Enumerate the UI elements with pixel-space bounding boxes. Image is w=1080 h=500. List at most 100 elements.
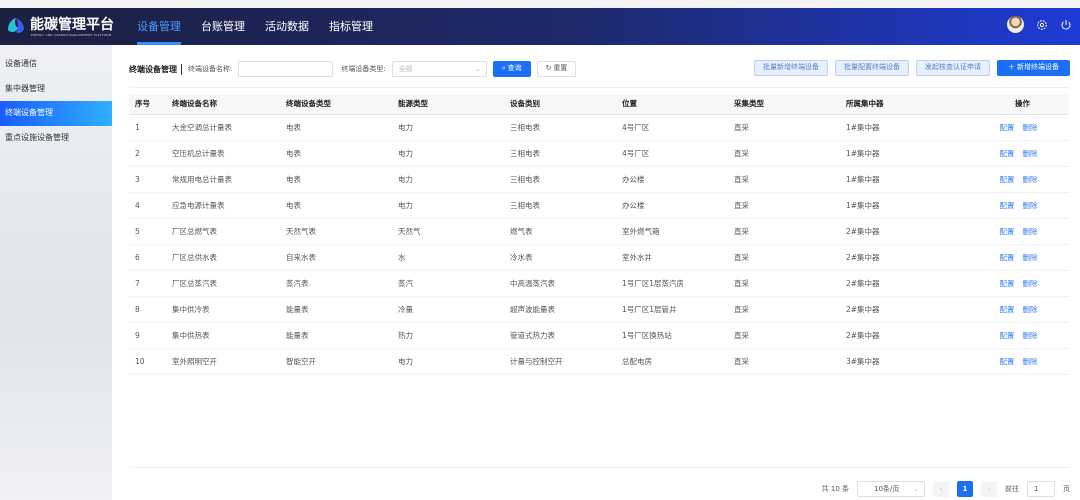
page-1-button[interactable]: 1 (957, 481, 973, 497)
brand-title: 能碳管理平台 (30, 17, 114, 33)
nav-activity-data[interactable]: 活动数据 (265, 8, 309, 45)
power-icon[interactable] (1060, 19, 1072, 31)
configure-link[interactable]: 配置 (1000, 331, 1015, 340)
page-size-select[interactable]: 10条/页 ⌄ (857, 481, 925, 497)
delete-link[interactable]: 删除 (1023, 279, 1038, 288)
configure-link[interactable]: 配置 (1000, 227, 1015, 236)
gear-icon[interactable] (1036, 19, 1048, 31)
user-avatar[interactable] (1007, 16, 1024, 33)
verify-request-button[interactable]: 发起核查认证申请 (916, 60, 991, 76)
table-cell: 集中供冷表 (172, 296, 286, 323)
top-nav: 设备管理 台账管理 活动数据 指标管理 (137, 8, 373, 45)
query-label: 查询 (507, 65, 522, 72)
delete-link[interactable]: 删除 (1023, 305, 1038, 314)
table-row: 4 应急电源计量表 电表 电力 三相电表 办公楼 直采 1#集中器 配置 删除 (129, 192, 1069, 219)
table-cell: 智能空开 (286, 348, 398, 375)
configure-link[interactable]: 配置 (1000, 175, 1015, 184)
delete-link[interactable]: 删除 (1023, 201, 1038, 210)
page-size-value: 10条/页 (874, 485, 900, 493)
plus-icon: ＋ (1008, 64, 1017, 71)
table-cell: 自来水表 (286, 244, 398, 271)
actions-cell: 配置 删除 (976, 322, 1069, 349)
page-suffix: 页 (1063, 485, 1070, 493)
column-header: 采集类型 (734, 94, 846, 115)
table-cell: 2#集中器 (846, 244, 976, 271)
configure-link[interactable]: 配置 (1000, 305, 1015, 314)
actions-cell: 配置 删除 (976, 270, 1069, 297)
sidebar-item-key-facility[interactable]: 重点设施设备管理 (0, 126, 112, 151)
sidebar-item-terminal-device[interactable]: 终端设备管理 (0, 101, 112, 126)
name-label: 终端设备名称: (188, 65, 233, 73)
add-device-button[interactable]: ＋ 新增终端设备 (997, 60, 1070, 76)
device-type-select[interactable]: 全部 ⌄ (391, 61, 487, 77)
reset-button[interactable]: ↻ 重置 (536, 61, 577, 77)
actions-cell: 配置 删除 (976, 218, 1069, 245)
delete-link[interactable]: 删除 (1023, 227, 1038, 236)
table-row: 3 常规用电总计量表 电表 电力 三相电表 办公楼 直采 1#集中器 配置 删除 (129, 166, 1069, 193)
delete-link[interactable]: 删除 (1023, 149, 1038, 158)
table-cell: 直采 (734, 114, 846, 141)
table-cell: 常规用电总计量表 (172, 166, 286, 193)
table-cell: 2#集中器 (846, 322, 976, 349)
table-cell: 电力 (398, 114, 510, 141)
sidebar-item-concentrator[interactable]: 集中器管理 (0, 77, 112, 102)
table-cell: 6 (129, 244, 172, 271)
column-header: 设备类别 (510, 94, 622, 115)
table-cell: 电表 (286, 192, 398, 219)
table-cell: 直采 (734, 166, 846, 193)
table-cell: 能量表 (286, 296, 398, 323)
main-content: 终端设备管理 终端设备名称: 终端设备类型: 全部 ⌄ ⌕ 查询 ↻ 重置 批量新… (112, 45, 1080, 500)
table-cell: 室外照明空开 (172, 348, 286, 375)
table-cell: 4 (129, 192, 172, 219)
configure-link[interactable]: 配置 (1000, 123, 1015, 132)
table-cell: 电力 (398, 166, 510, 193)
table-cell: 1#集中器 (846, 192, 976, 219)
table-cell: 三相电表 (510, 114, 622, 141)
goto-page-input[interactable]: 1 (1027, 481, 1055, 497)
query-button[interactable]: ⌕ 查询 (492, 61, 531, 77)
table-cell: 1号厂区换热站 (622, 322, 734, 349)
table-cell: 1号厂区1层蒸汽房 (622, 270, 734, 297)
configure-link[interactable]: 配置 (1000, 357, 1015, 366)
table-cell: 厂区总燃气表 (172, 218, 286, 245)
batch-add-button[interactable]: 批量新增终端设备 (754, 60, 829, 76)
pagination: 共 10 条 10条/页 ⌄ ‹ 1 › 前往 1 页 (822, 481, 1070, 497)
table-cell: 1#集中器 (846, 166, 976, 193)
delete-link[interactable]: 删除 (1023, 123, 1038, 132)
configure-link[interactable]: 配置 (1000, 253, 1015, 262)
configure-link[interactable]: 配置 (1000, 149, 1015, 158)
table-row: 10 室外照明空开 智能空开 电力 计量与控制空开 总配电房 直采 3#集中器 配置 删除 (129, 348, 1069, 375)
add-label: 新增终端设备 (1017, 64, 1059, 71)
device-name-input[interactable] (238, 61, 334, 77)
column-header: 终端设备类型 (286, 94, 398, 115)
table-cell: 1号厂区1层管井 (622, 296, 734, 323)
delete-link[interactable]: 删除 (1023, 357, 1038, 366)
delete-link[interactable]: 删除 (1023, 253, 1038, 262)
sidebar-item-device-communication[interactable]: 设备通信 (0, 52, 112, 77)
table-cell: 2#集中器 (846, 296, 976, 323)
nav-indicator-management[interactable]: 指标管理 (329, 8, 373, 45)
prev-page-button[interactable]: ‹ (933, 481, 949, 497)
goto-label: 前往 (1005, 485, 1019, 493)
logo-icon (8, 18, 24, 33)
table-cell: 总配电房 (622, 348, 734, 375)
nav-ledger-management[interactable]: 台账管理 (201, 8, 245, 45)
table-cell: 大金空调总计量表 (172, 114, 286, 141)
table-cell: 4号厂区 (622, 140, 734, 167)
table-row: 2 空压机总计量表 电表 电力 三相电表 4号厂区 直采 1#集中器 配置 删除 (129, 140, 1069, 167)
actions-cell: 配置 删除 (976, 114, 1069, 141)
window-top-strip (0, 0, 1080, 8)
column-header: 序号 (129, 94, 172, 115)
configure-link[interactable]: 配置 (1000, 201, 1015, 210)
next-page-button[interactable]: › (981, 481, 997, 497)
table-cell: 4号厂区 (622, 114, 734, 141)
nav-device-management[interactable]: 设备管理 (137, 8, 181, 45)
batch-config-button[interactable]: 批量配置终端设备 (835, 60, 910, 76)
reset-label: 重置 (553, 65, 568, 72)
delete-link[interactable]: 删除 (1023, 331, 1038, 340)
table-cell: 直采 (734, 348, 846, 375)
configure-link[interactable]: 配置 (1000, 279, 1015, 288)
table-cell: 直采 (734, 218, 846, 245)
delete-link[interactable]: 删除 (1023, 175, 1038, 184)
table-cell: 1#集中器 (846, 140, 976, 167)
